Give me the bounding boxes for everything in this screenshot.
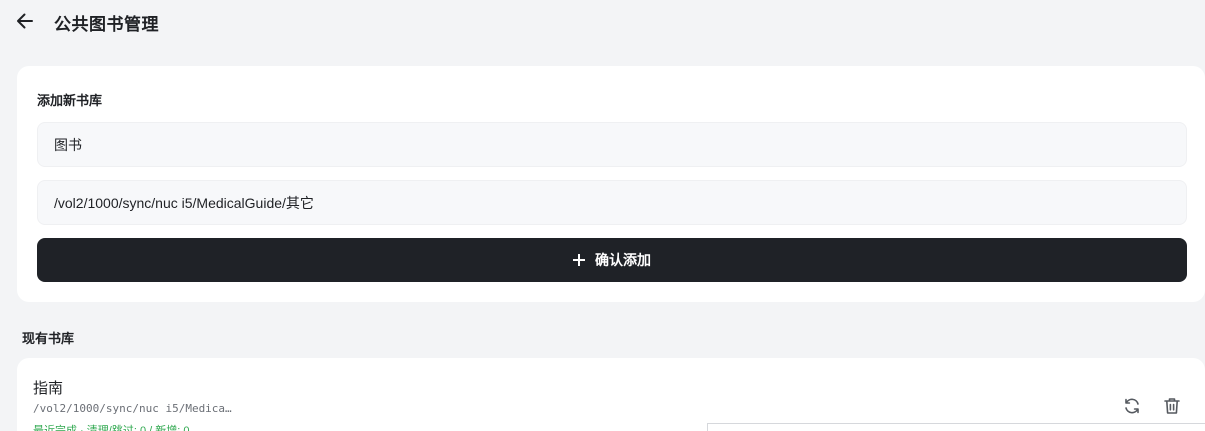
library-name: 指南 <box>33 380 64 397</box>
add-library-title: 添加新书库 <box>37 93 103 108</box>
library-item: 指南 /vol2/1000/sync/nuc i5/Medica… 最近完成 ·… <box>17 358 1205 431</box>
library-path-input[interactable]: /vol2/1000/sync/nuc i5/MedicalGuide/其它 <box>37 180 1187 225</box>
trash-icon <box>1164 398 1180 414</box>
page-title: 公共图书管理 <box>54 15 159 34</box>
confirm-add-label: 确认添加 <box>595 252 651 268</box>
library-name-input[interactable]: 图书 <box>37 122 1187 167</box>
delete-button[interactable] <box>1161 395 1183 417</box>
refresh-icon <box>1125 398 1139 414</box>
add-library-card: 添加新书库 图书 /vol2/1000/sync/nuc i5/MedicalG… <box>17 66 1205 302</box>
back-button[interactable] <box>14 10 36 32</box>
confirm-add-button[interactable]: 确认添加 <box>37 238 1187 282</box>
public-library-management-page: 公共图书管理 添加新书库 图书 /vol2/1000/sync/nuc i5/M… <box>0 0 1205 431</box>
arrow-left-icon <box>17 13 33 29</box>
existing-libraries-title: 现有书库 <box>22 331 75 346</box>
library-path: /vol2/1000/sync/nuc i5/Medica… <box>33 402 232 415</box>
plus-icon <box>573 254 585 266</box>
refresh-button[interactable] <box>1121 395 1143 417</box>
overlay-panel-edge <box>707 423 1205 431</box>
library-status: 最近完成 · 清理/跳过: 0 / 新增: 0 <box>33 425 190 431</box>
top-bar: 公共图书管理 <box>0 0 1205 42</box>
